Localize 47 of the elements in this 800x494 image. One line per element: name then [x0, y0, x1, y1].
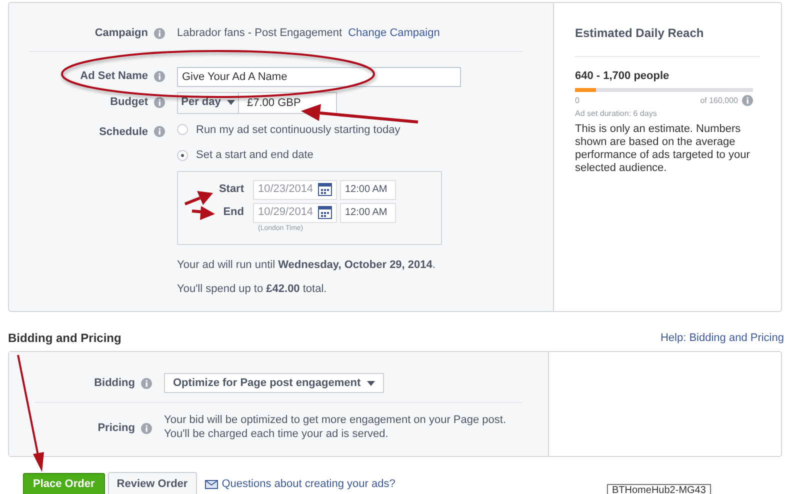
- field-label: Schedule: [99, 124, 148, 140]
- info-icon: [154, 97, 165, 108]
- review-order-button[interactable]: Review Order: [108, 472, 197, 494]
- info-icon: [141, 378, 152, 388]
- annotation-arrow: [192, 206, 215, 220]
- radio-label[interactable]: Run my ad set continuously starting today: [196, 122, 400, 138]
- date-label: Start: [218, 182, 244, 198]
- info-icon: [742, 95, 753, 106]
- info-icon: [154, 126, 165, 138]
- envelope-icon: [204, 480, 218, 489]
- info-icon: [154, 28, 165, 39]
- schedule-summary: Your ad will run until Wednesday, October 29, 2014.: [177, 258, 436, 272]
- help-link[interactable]: Help: Bidding and Pricing: [660, 330, 784, 346]
- calendar-icon[interactable]: [318, 206, 332, 219]
- ad-set-name-field[interactable]: Give Your Ad A Name: [177, 66, 461, 86]
- field-label: Pricing: [98, 420, 135, 436]
- pricing-description: Your bid will be optimized to get more engagement on your Page post. You'll be charged each time your ad is served.: [164, 413, 508, 441]
- change-campaign-link[interactable]: Change Campaign: [348, 25, 440, 42]
- annotation-arrow: [184, 191, 213, 206]
- date-label: End: [223, 205, 244, 220]
- reach-range: 640 - 1,700 people: [575, 69, 670, 84]
- caret-icon: [366, 380, 375, 386]
- info-icon: [141, 422, 152, 434]
- calendar-icon[interactable]: [318, 183, 332, 196]
- radio-button[interactable]: [177, 124, 188, 136]
- radio-label[interactable]: Set a start and end date: [196, 147, 314, 164]
- reach-min: 0: [575, 94, 580, 106]
- questions-link[interactable]: Questions about creating your ads?: [222, 476, 396, 493]
- reach-title: Estimated Daily Reach: [575, 25, 705, 42]
- field-label: Campaign: [94, 26, 148, 41]
- budget-period-dropdown[interactable]: Per day: [177, 92, 239, 114]
- section-title: Bidding and Pricing: [8, 330, 122, 347]
- info-icon: [154, 71, 165, 82]
- tooltip: BTHomeHub2-MG43: [607, 484, 711, 494]
- caret-icon: [226, 100, 235, 105]
- radio-button[interactable]: [177, 150, 188, 161]
- field-label: Ad Set Name: [80, 69, 148, 84]
- duration-note: Ad set duration: 6 days: [575, 108, 658, 120]
- reach-note: This is only an estimate. Numbers shown are based on the average performance of ads targeted to your selected audience.: [575, 122, 751, 174]
- bidding-dropdown[interactable]: Optimize for Page post engagement: [164, 373, 384, 393]
- campaign-name: Labrador fans - Post Engagement: [177, 26, 342, 41]
- time-field[interactable]: 12:00 AM: [340, 180, 396, 200]
- schedule-summary: You'll spend up to £42.00 total.: [177, 282, 328, 297]
- reach-max: of 160,000: [700, 94, 738, 106]
- time-field[interactable]: 12:00 AM: [340, 202, 396, 222]
- field-label: Bidding: [94, 376, 135, 391]
- field-label: Budget: [110, 95, 148, 110]
